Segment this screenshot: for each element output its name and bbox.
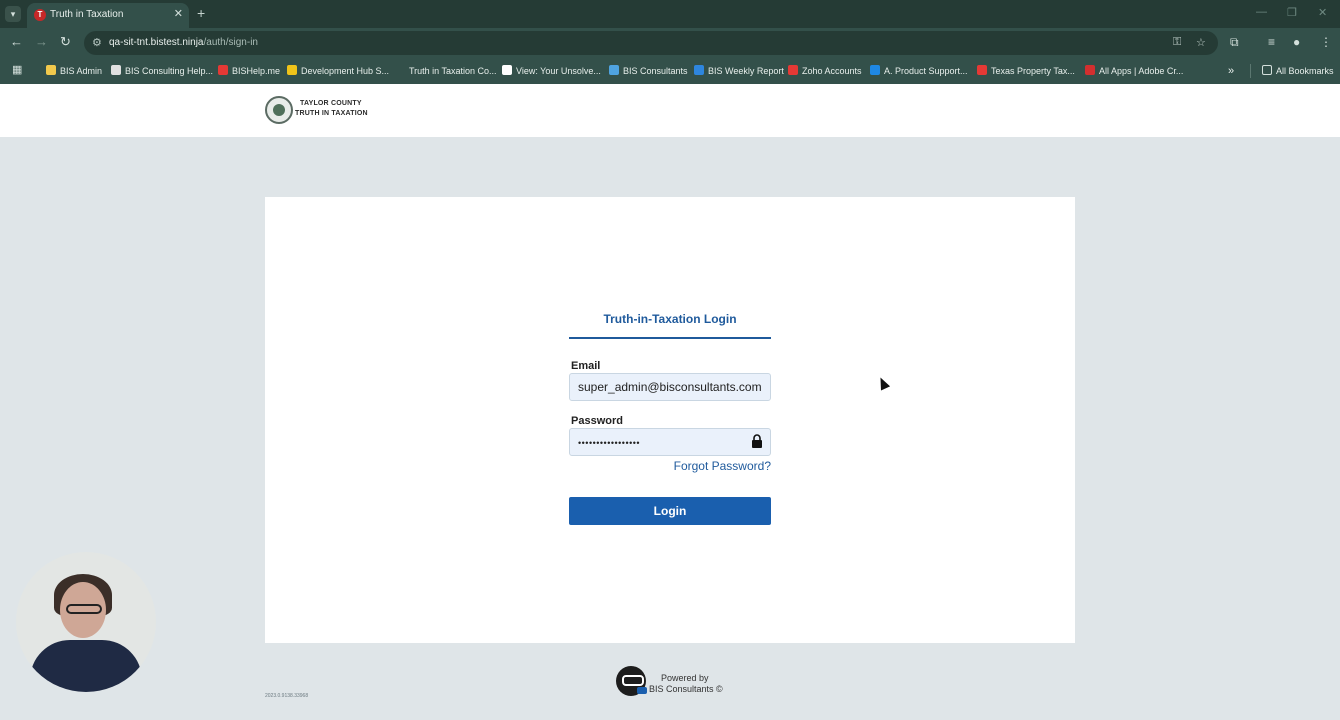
all-bookmarks-label: All Bookmarks [1276, 66, 1334, 76]
bookmark-label: BIS Consultants [623, 66, 688, 76]
bookmark-favicon-icon [395, 65, 405, 75]
bis-mascot-icon [616, 666, 647, 696]
email-field[interactable]: super_admin@bisconsultants.com [569, 373, 771, 401]
webcam-glasses [66, 604, 102, 614]
url-host: qa-sit-tnt.bistest.ninja [109, 37, 204, 48]
apps-grid-icon[interactable]: ▦ [12, 64, 24, 76]
login-button[interactable]: Login [569, 497, 771, 525]
title-underline [569, 337, 771, 339]
site-header: TAYLOR COUNTY TRUTH IN TAXATION [0, 84, 1340, 137]
bookmark-label: Truth in Taxation Co... [409, 66, 497, 76]
site-info-icon[interactable]: ⚙ [92, 36, 102, 49]
lock-icon[interactable] [751, 434, 763, 448]
login-title: Truth-in-Taxation Login [603, 312, 737, 326]
folder-icon [1262, 65, 1272, 75]
tab-title: Truth in Taxation [50, 9, 124, 20]
profile-icon[interactable]: ● [1293, 35, 1300, 49]
all-bookmarks-folder[interactable]: All Bookmarks [1262, 64, 1334, 78]
url-text: qa-sit-tnt.bistest.ninja/auth/sign-in [109, 37, 258, 48]
reload-icon[interactable]: ↻ [60, 34, 71, 50]
bookmark-item[interactable]: A. Product Support... [870, 64, 968, 78]
browser-tabstrip: ▾ T Truth in Taxation ✕ + — ❐ ✕ [0, 0, 1340, 28]
more-bookmarks-icon[interactable]: » [1228, 64, 1234, 78]
bookmark-label: Development Hub S... [301, 66, 390, 76]
bookmark-favicon-icon [1085, 65, 1095, 75]
bookmark-label: BIS Consulting Help... [125, 66, 214, 76]
bookmark-star-icon[interactable]: ☆ [1196, 36, 1206, 49]
tab-search-button[interactable]: ▾ [5, 6, 21, 22]
webcam-body [30, 640, 142, 692]
bookmark-item[interactable]: Truth in Taxation Co... [395, 64, 497, 78]
logo-line1: TAYLOR COUNTY [300, 100, 362, 107]
password-label: Password [571, 415, 623, 427]
bookmark-item[interactable]: Texas Property Tax... [977, 64, 1075, 78]
tab-close-icon[interactable]: ✕ [174, 7, 183, 20]
bookmark-favicon-icon [870, 65, 880, 75]
bookmark-favicon-icon [502, 65, 512, 75]
bookmark-item[interactable]: Zoho Accounts [788, 64, 862, 78]
address-bar[interactable]: ⚙ qa-sit-tnt.bistest.ninja/auth/sign-in … [84, 31, 1218, 55]
back-icon[interactable]: ← [10, 34, 23, 50]
browser-tab-active[interactable]: T Truth in Taxation ✕ [27, 3, 189, 28]
logo-line2: TRUTH IN TAXATION [295, 110, 368, 117]
bookmark-item[interactable]: BIS Consultants [609, 64, 688, 78]
url-path: /auth/sign-in [203, 37, 258, 48]
bookmark-favicon-icon [218, 65, 228, 75]
powered-by-company: BIS Consultants © [649, 684, 723, 694]
powered-by-text: Powered by [661, 673, 709, 683]
county-seal-icon [265, 96, 293, 124]
password-field[interactable]: ••••••••••••••••• [569, 428, 771, 456]
password-key-icon[interactable]: ⚿ [1173, 36, 1181, 49]
forward-icon[interactable]: → [35, 34, 48, 50]
bookmark-label: Texas Property Tax... [991, 66, 1075, 76]
tab-favicon-icon: T [34, 9, 46, 21]
bookmark-label: All Apps | Adobe Cr... [1099, 66, 1184, 76]
extensions-icon[interactable]: ⧉ [1230, 35, 1239, 50]
browser-toolbar: ← → ↻ ⚙ qa-sit-tnt.bistest.ninja/auth/si… [0, 28, 1340, 58]
bookmark-item[interactable]: BIS Admin [46, 64, 102, 78]
bookmark-favicon-icon [111, 65, 121, 75]
media-icon[interactable]: ≡ [1268, 35, 1275, 49]
bookmark-item[interactable]: BIS Weekly Report [694, 64, 784, 78]
bookmarks-separator [1250, 64, 1251, 78]
bookmark-item[interactable]: Development Hub S... [287, 64, 389, 78]
bookmark-label: Zoho Accounts [802, 66, 862, 76]
bookmark-favicon-icon [977, 65, 987, 75]
bookmark-favicon-icon [694, 65, 704, 75]
restore-icon[interactable]: ❐ [1287, 6, 1297, 19]
bookmark-favicon-icon [287, 65, 297, 75]
email-label: Email [571, 360, 601, 372]
bookmark-item[interactable]: BISHelp.me [218, 64, 280, 78]
close-window-icon[interactable]: ✕ [1318, 6, 1327, 19]
login-card: Truth-in-Taxation Login Email super_admi… [265, 197, 1075, 643]
bookmark-label: View: Your Unsolve... [516, 66, 601, 76]
bookmark-item[interactable]: BIS Consulting Help... [111, 64, 213, 78]
page-content: TAYLOR COUNTY TRUTH IN TAXATION Truth-in… [0, 84, 1340, 720]
new-tab-icon[interactable]: + [197, 6, 205, 20]
bookmark-favicon-icon [46, 65, 56, 75]
version-text: 2023.0.9138.33968 [265, 693, 309, 699]
bookmark-label: BISHelp.me [232, 66, 281, 76]
bookmarks-bar: ▦ BIS Admin BIS Consulting Help... BISHe… [0, 58, 1340, 84]
bookmark-item[interactable]: All Apps | Adobe Cr... [1085, 64, 1183, 78]
forgot-password-link[interactable]: Forgot Password? [569, 459, 771, 473]
bookmark-label: BIS Weekly Report [708, 66, 784, 76]
bookmark-favicon-icon [609, 65, 619, 75]
bookmark-label: A. Product Support... [884, 66, 968, 76]
minimize-icon[interactable]: — [1256, 6, 1267, 18]
password-value: ••••••••••••••••• [578, 438, 641, 448]
bookmark-label: BIS Admin [60, 66, 103, 76]
bookmark-item[interactable]: View: Your Unsolve... [502, 64, 601, 78]
webcam-overlay [16, 552, 156, 692]
menu-icon[interactable]: ⋮ [1320, 35, 1332, 49]
bookmark-favicon-icon [788, 65, 798, 75]
